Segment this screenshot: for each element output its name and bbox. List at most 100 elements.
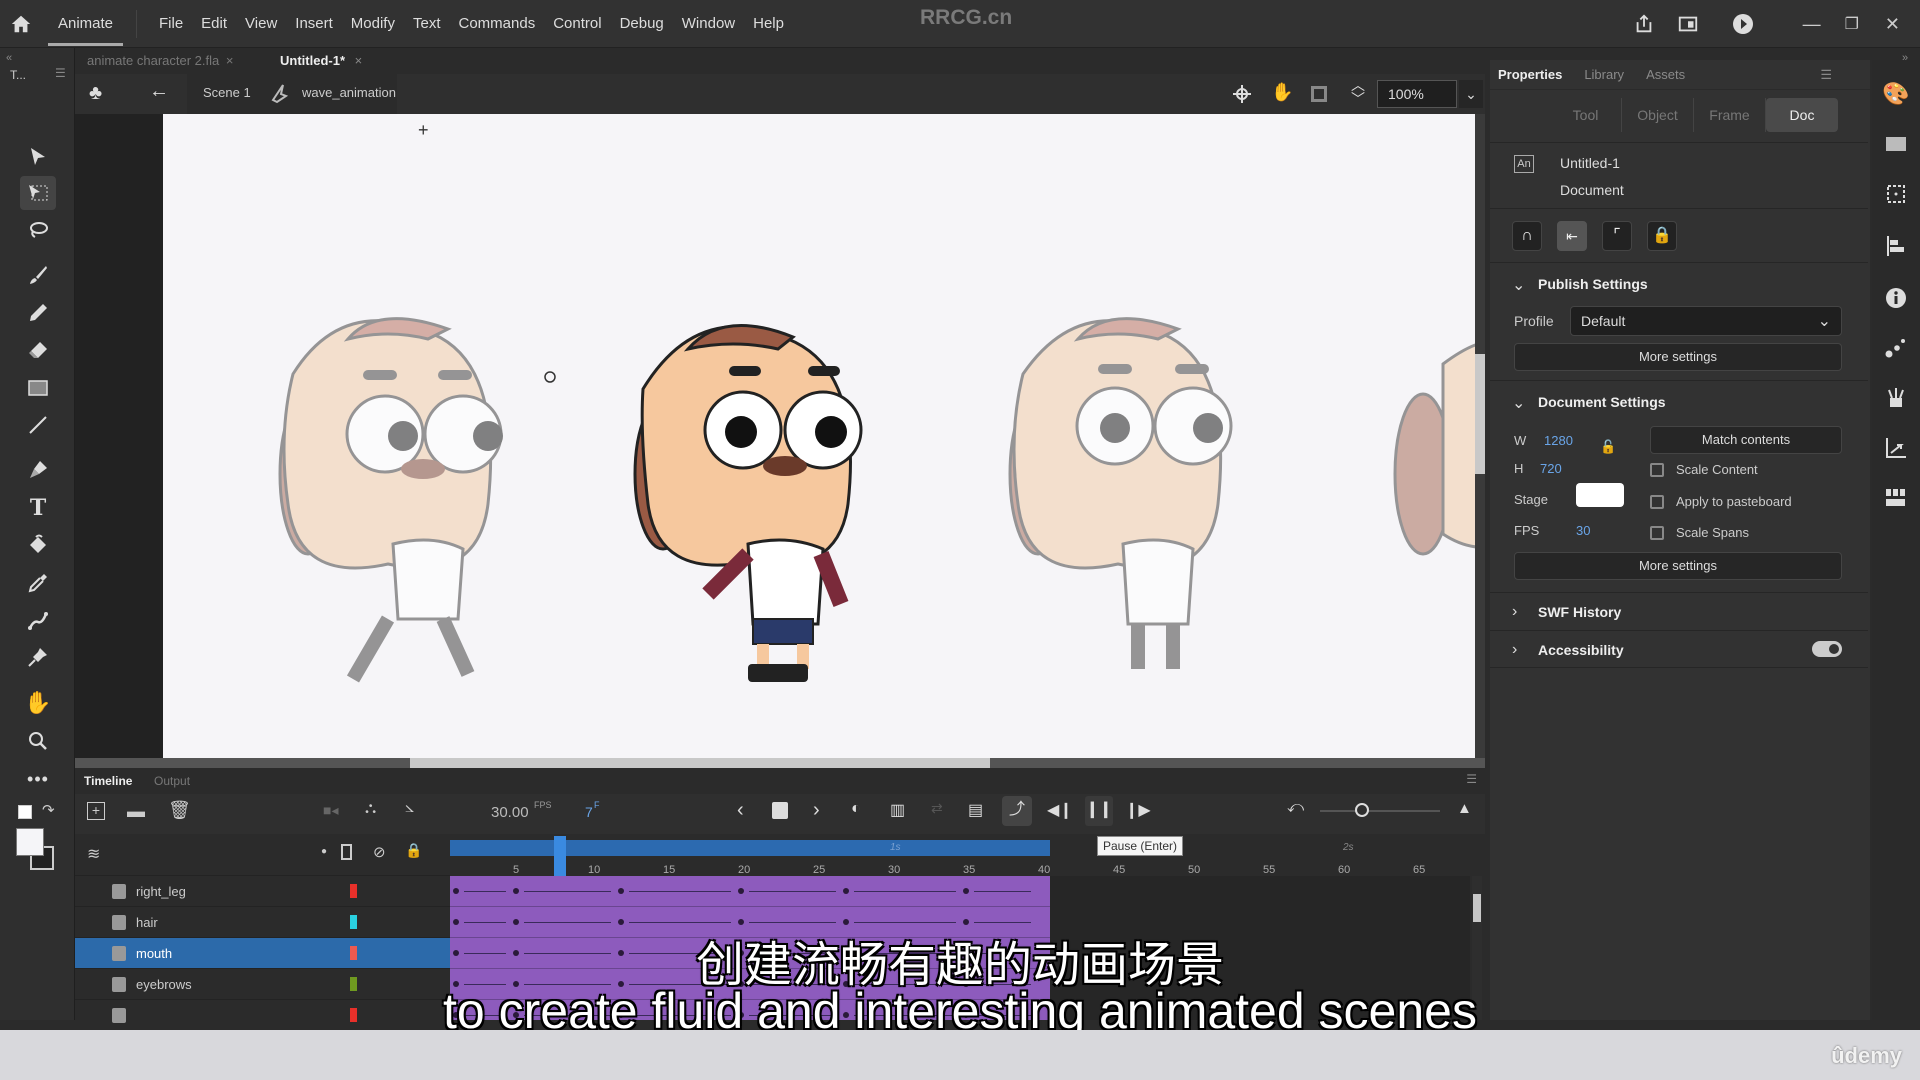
stroke-color-swatch[interactable] bbox=[16, 828, 44, 856]
minimize-button[interactable]: — bbox=[1803, 14, 1821, 35]
edit-multiple-frames-icon[interactable]: ▥ bbox=[890, 800, 905, 820]
center-stage-icon[interactable] bbox=[1232, 84, 1252, 104]
default-colors-icon[interactable] bbox=[18, 805, 32, 819]
breadcrumb-scene[interactable]: Scene 1 bbox=[203, 85, 251, 100]
lock-icon[interactable]: 🔒 bbox=[1647, 221, 1677, 251]
prev-keyframe-icon[interactable]: ‹ bbox=[737, 799, 744, 822]
subtab-doc[interactable]: Doc bbox=[1766, 98, 1838, 132]
color-panel-button[interactable]: 🎨 bbox=[1880, 78, 1912, 110]
onion-skin-icon[interactable]: ◐ bbox=[851, 800, 861, 818]
swf-history-section[interactable]: › SWF History bbox=[1490, 592, 1868, 630]
zoom-slider-track[interactable] bbox=[1320, 810, 1440, 812]
keyframe-dot[interactable] bbox=[843, 888, 849, 894]
layer-parenting-icon[interactable]: ⛬ bbox=[365, 800, 376, 818]
menu-window[interactable]: Window bbox=[673, 0, 744, 48]
scrollbar-thumb[interactable] bbox=[410, 758, 990, 768]
paint-bucket-tool[interactable] bbox=[20, 528, 56, 562]
collapse-icon[interactable]: » bbox=[1902, 52, 1908, 64]
subtab-frame[interactable]: Frame bbox=[1694, 98, 1766, 132]
zoom-tool[interactable] bbox=[20, 724, 56, 758]
stage-color-swatch[interactable] bbox=[1576, 483, 1624, 507]
profile-select[interactable]: Default ⌄ bbox=[1570, 306, 1842, 336]
ruler-icon[interactable]: ⌜ bbox=[1602, 221, 1632, 251]
stage[interactable]: + bbox=[163, 114, 1475, 758]
text-tool[interactable]: T bbox=[20, 491, 56, 525]
zoom-dropdown-button[interactable]: ⌄ bbox=[1459, 80, 1483, 108]
menu-file[interactable]: File bbox=[150, 0, 192, 48]
fps-value[interactable]: 30 bbox=[1576, 523, 1590, 538]
delete-layer-icon[interactable]: 🗑 bbox=[168, 800, 191, 821]
menu-debug[interactable]: Debug bbox=[611, 0, 673, 48]
doc-tab-animate-character[interactable]: animate character 2.fla × bbox=[87, 48, 233, 74]
test-movie-icon[interactable] bbox=[1731, 12, 1755, 36]
brush-tool[interactable] bbox=[20, 258, 56, 292]
chevron-down-icon[interactable]: ⌄ bbox=[1512, 275, 1525, 295]
brush-library-button[interactable] bbox=[1880, 382, 1912, 414]
layers-stack-icon[interactable]: ≋ bbox=[87, 844, 100, 864]
document-more-settings-button[interactable]: More settings bbox=[1514, 552, 1842, 580]
graph-icon[interactable]: ⦣ bbox=[405, 799, 414, 817]
info-panel-button[interactable] bbox=[1880, 282, 1912, 314]
match-contents-button[interactable]: Match contents bbox=[1650, 426, 1842, 454]
layer-color-swatch[interactable] bbox=[350, 884, 357, 898]
scale-spans-checkbox[interactable] bbox=[1650, 526, 1664, 540]
lasso-tool[interactable] bbox=[20, 214, 56, 248]
rotate-stage-icon[interactable]: ✋ bbox=[1271, 82, 1293, 103]
subtab-object[interactable]: Object bbox=[1622, 98, 1694, 132]
pin-tool[interactable] bbox=[20, 640, 56, 674]
frame-span[interactable] bbox=[450, 876, 1050, 907]
height-value[interactable]: 720 bbox=[1540, 461, 1562, 476]
pause-button[interactable]: ❙❙ bbox=[1085, 796, 1113, 826]
more-tools-button[interactable]: ••• bbox=[20, 762, 56, 796]
frame-picker-button[interactable] bbox=[1880, 482, 1912, 514]
timeline-ruler[interactable]: 1s 2s 5 10 15 20 25 30 35 40 45 50 55 60 65 bbox=[450, 834, 1470, 876]
tab-timeline[interactable]: Timeline bbox=[84, 774, 132, 788]
keyframe-dot[interactable] bbox=[738, 888, 744, 894]
pencil-tool[interactable] bbox=[20, 296, 56, 330]
swatches-panel-button[interactable] bbox=[1880, 128, 1912, 160]
panel-menu-icon[interactable]: ☰ bbox=[1466, 772, 1477, 786]
hide-icon[interactable]: ⊘ bbox=[373, 843, 386, 861]
menu-control[interactable]: Control bbox=[544, 0, 610, 48]
keyframe-dot[interactable] bbox=[963, 888, 969, 894]
close-icon[interactable]: × bbox=[355, 53, 363, 68]
playback-span[interactable] bbox=[450, 840, 1050, 856]
horizontal-scrollbar[interactable] bbox=[75, 758, 1485, 768]
close-button[interactable]: ✕ bbox=[1885, 14, 1900, 35]
doc-tab-untitled[interactable]: Untitled-1* × bbox=[280, 48, 362, 74]
collapse-icon[interactable]: « bbox=[6, 52, 12, 64]
tab-assets[interactable]: Assets bbox=[1646, 67, 1685, 82]
transform-panel-button[interactable] bbox=[1880, 178, 1912, 210]
breadcrumb-symbol[interactable]: wave_animation bbox=[302, 85, 396, 100]
scrollbar-thumb[interactable] bbox=[1475, 354, 1485, 474]
layer-row[interactable]: right_leg bbox=[75, 876, 450, 907]
screen-mode-icon[interactable] bbox=[1677, 13, 1699, 35]
selection-tool[interactable] bbox=[20, 140, 56, 174]
motion-presets-button[interactable] bbox=[1880, 332, 1912, 364]
lock-aspect-icon[interactable]: 🔓 bbox=[1600, 439, 1616, 455]
eraser-tool[interactable] bbox=[20, 333, 56, 367]
playhead[interactable] bbox=[554, 836, 566, 876]
center-frame-icon[interactable]: ▤ bbox=[968, 800, 983, 820]
subselection-tool[interactable] bbox=[20, 176, 56, 210]
camera-icon[interactable]: ■◂ bbox=[323, 802, 338, 819]
share-icon[interactable] bbox=[1633, 13, 1655, 35]
publish-more-settings-button[interactable]: More settings bbox=[1514, 343, 1842, 371]
loop-button[interactable]: ⤴ bbox=[1002, 796, 1032, 826]
insert-keyframe-icon[interactable] bbox=[772, 802, 788, 819]
menu-help[interactable]: Help bbox=[744, 0, 793, 48]
next-keyframe-icon[interactable]: › bbox=[813, 799, 820, 822]
zoom-input[interactable]: 100% bbox=[1377, 80, 1457, 108]
snap-align-icon[interactable]: ⇤ bbox=[1557, 221, 1587, 251]
sync-icon[interactable]: ⇄ bbox=[931, 800, 943, 817]
close-icon[interactable]: × bbox=[226, 53, 234, 68]
snap-magnet-icon[interactable]: ∩ bbox=[1512, 221, 1542, 251]
current-frame-display[interactable]: 7 bbox=[585, 804, 593, 820]
tab-properties[interactable]: Properties bbox=[1498, 67, 1562, 82]
undo-icon[interactable]: ⤺ bbox=[1287, 799, 1304, 817]
swap-colors-icon[interactable]: ↷ bbox=[42, 801, 55, 819]
hand-tool[interactable]: ✋ bbox=[20, 686, 56, 720]
accessibility-section[interactable]: › Accessibility bbox=[1490, 630, 1868, 668]
accessibility-toggle[interactable] bbox=[1812, 641, 1842, 657]
menu-commands[interactable]: Commands bbox=[450, 0, 545, 48]
